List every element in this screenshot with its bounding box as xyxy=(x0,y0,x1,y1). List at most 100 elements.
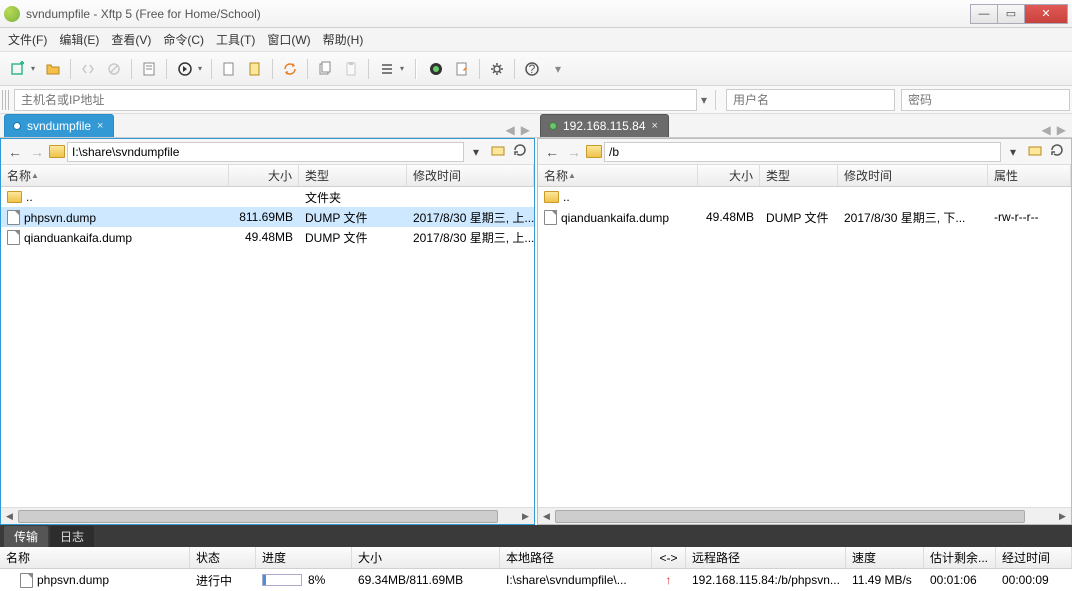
up-dir-button[interactable] xyxy=(1025,142,1045,161)
paste-button[interactable] xyxy=(340,58,362,80)
local-filelist[interactable]: .. 文件夹 phpsvn.dump 811.69MB DUMP 文件 2017… xyxy=(1,187,534,507)
maximize-button[interactable]: ▭ xyxy=(997,4,1025,24)
new-session-button[interactable] xyxy=(6,58,38,80)
tcol-size[interactable]: 大小 xyxy=(352,547,500,568)
path-dropdown[interactable]: ▾ xyxy=(1003,145,1023,159)
properties-button[interactable] xyxy=(138,58,160,80)
tcol-dir[interactable]: <-> xyxy=(652,547,686,568)
t-status: 进行中 xyxy=(190,569,256,591)
back-button[interactable]: ← xyxy=(542,142,562,162)
new-folder-button[interactable] xyxy=(244,58,266,80)
h-scrollbar[interactable]: ◀ ▶ xyxy=(538,507,1071,524)
parent-dir-row[interactable]: .. xyxy=(538,187,1071,207)
file-name: phpsvn.dump xyxy=(24,211,96,225)
col-size[interactable]: 大小 xyxy=(698,165,760,186)
tab-label: svndumpfile xyxy=(27,119,91,133)
open-button[interactable] xyxy=(42,58,64,80)
username-input[interactable] xyxy=(726,89,895,111)
col-size[interactable]: 大小 xyxy=(229,165,299,186)
tab-transfer[interactable]: 传输 xyxy=(4,526,48,547)
t-name: phpsvn.dump xyxy=(37,573,109,587)
sync-button[interactable] xyxy=(279,58,301,80)
host-dropdown[interactable]: ▾ xyxy=(697,93,711,107)
file-row[interactable]: qianduankaifa.dump 49.48MB DUMP 文件 2017/… xyxy=(538,207,1071,227)
tcol-elapsed[interactable]: 经过时间 xyxy=(996,547,1072,568)
tcol-remote[interactable]: 远程路径 xyxy=(686,547,846,568)
file-row[interactable]: qianduankaifa.dump 49.48MB DUMP 文件 2017/… xyxy=(1,227,534,247)
transfer-button[interactable] xyxy=(173,58,205,80)
col-name[interactable]: 名称 xyxy=(538,165,698,186)
settings-button[interactable] xyxy=(486,58,508,80)
tcol-speed[interactable]: 速度 xyxy=(846,547,924,568)
parent-dir-row[interactable]: .. 文件夹 xyxy=(1,187,534,207)
scroll-thumb[interactable] xyxy=(18,510,498,523)
refresh-button[interactable] xyxy=(1047,142,1067,161)
tab-next-icon[interactable]: ▶ xyxy=(521,123,530,137)
remote-filelist[interactable]: .. qianduankaifa.dump 49.48MB DUMP 文件 20… xyxy=(538,187,1071,507)
close-tab-icon[interactable]: × xyxy=(97,120,103,132)
col-type[interactable]: 类型 xyxy=(299,165,407,186)
menu-view[interactable]: 查看(V) xyxy=(111,31,151,48)
up-dir-button[interactable] xyxy=(488,142,508,161)
help-button[interactable]: ? xyxy=(521,58,543,80)
password-input[interactable] xyxy=(901,89,1070,111)
scroll-left-icon[interactable]: ◀ xyxy=(1,508,18,525)
path-input[interactable] xyxy=(604,142,1001,162)
path-input[interactable] xyxy=(67,142,464,162)
scroll-left-icon[interactable]: ◀ xyxy=(538,508,555,525)
tcol-progress[interactable]: 进度 xyxy=(256,547,352,568)
tab-next-icon[interactable]: ▶ xyxy=(1057,123,1066,137)
back-button[interactable]: ← xyxy=(5,142,25,162)
col-mtime[interactable]: 修改时间 xyxy=(407,165,534,186)
file-row[interactable]: phpsvn.dump 811.69MB DUMP 文件 2017/8/30 星… xyxy=(1,207,534,227)
col-name[interactable]: 名称 xyxy=(1,165,229,186)
drag-handle[interactable] xyxy=(2,90,10,110)
tcol-status[interactable]: 状态 xyxy=(190,547,256,568)
new-file-button[interactable] xyxy=(218,58,240,80)
host-input[interactable] xyxy=(14,89,697,111)
tab-prev-icon[interactable]: ◀ xyxy=(1042,123,1051,137)
menu-command[interactable]: 命令(C) xyxy=(163,31,204,48)
close-button[interactable]: ✕ xyxy=(1024,4,1068,24)
col-type[interactable]: 类型 xyxy=(760,165,838,186)
tcol-local[interactable]: 本地路径 xyxy=(500,547,652,568)
dropdown-extra-button[interactable]: ▾ xyxy=(547,58,569,80)
remote-columns: 名称 大小 类型 修改时间 属性 xyxy=(538,165,1071,187)
path-dropdown[interactable]: ▾ xyxy=(466,145,486,159)
view-mode-button[interactable] xyxy=(375,58,407,80)
scroll-right-icon[interactable]: ▶ xyxy=(517,508,534,525)
scroll-right-icon[interactable]: ▶ xyxy=(1054,508,1071,525)
menu-file[interactable]: 文件(F) xyxy=(8,31,47,48)
refresh-button[interactable] xyxy=(510,142,530,161)
menu-tools[interactable]: 工具(T) xyxy=(216,31,255,48)
t-local: I:\share\svndumpfile\... xyxy=(500,569,652,591)
disconnect-button[interactable] xyxy=(103,58,125,80)
col-attr[interactable]: 属性 xyxy=(988,165,1071,186)
scroll-thumb[interactable] xyxy=(555,510,1025,523)
tcol-eta[interactable]: 估计剩余... xyxy=(924,547,996,568)
reconnect-button[interactable] xyxy=(77,58,99,80)
menu-edit[interactable]: 编辑(E) xyxy=(59,31,99,48)
forward-button[interactable]: → xyxy=(27,142,47,162)
transfer-row[interactable]: phpsvn.dump 进行中 8% 69.34MB/811.69MB I:\s… xyxy=(0,569,1072,591)
h-scrollbar[interactable]: ◀ ▶ xyxy=(1,507,534,524)
copy-button[interactable] xyxy=(314,58,336,80)
tab-local[interactable]: svndumpfile × xyxy=(4,114,114,137)
close-tab-icon[interactable]: × xyxy=(652,120,658,132)
col-mtime[interactable]: 修改时间 xyxy=(838,165,988,186)
editor-button[interactable] xyxy=(451,58,473,80)
menu-window[interactable]: 窗口(W) xyxy=(267,31,310,48)
terminal-button[interactable] xyxy=(425,58,447,80)
app-icon xyxy=(4,6,20,22)
file-mtime: 2017/8/30 星期三, 上... xyxy=(407,209,534,226)
forward-button[interactable]: → xyxy=(564,142,584,162)
file-attr: -rw-r--r-- xyxy=(988,210,1071,224)
tcol-name[interactable]: 名称 xyxy=(0,547,190,568)
minimize-button[interactable]: — xyxy=(970,4,998,24)
tab-remote[interactable]: 192.168.115.84 × xyxy=(540,114,669,137)
file-size: 49.48MB xyxy=(229,230,299,244)
tab-prev-icon[interactable]: ◀ xyxy=(506,123,515,137)
titlebar: svndumpfile - Xftp 5 (Free for Home/Scho… xyxy=(0,0,1072,28)
tab-log[interactable]: 日志 xyxy=(50,526,94,547)
menu-help[interactable]: 帮助(H) xyxy=(323,31,364,48)
